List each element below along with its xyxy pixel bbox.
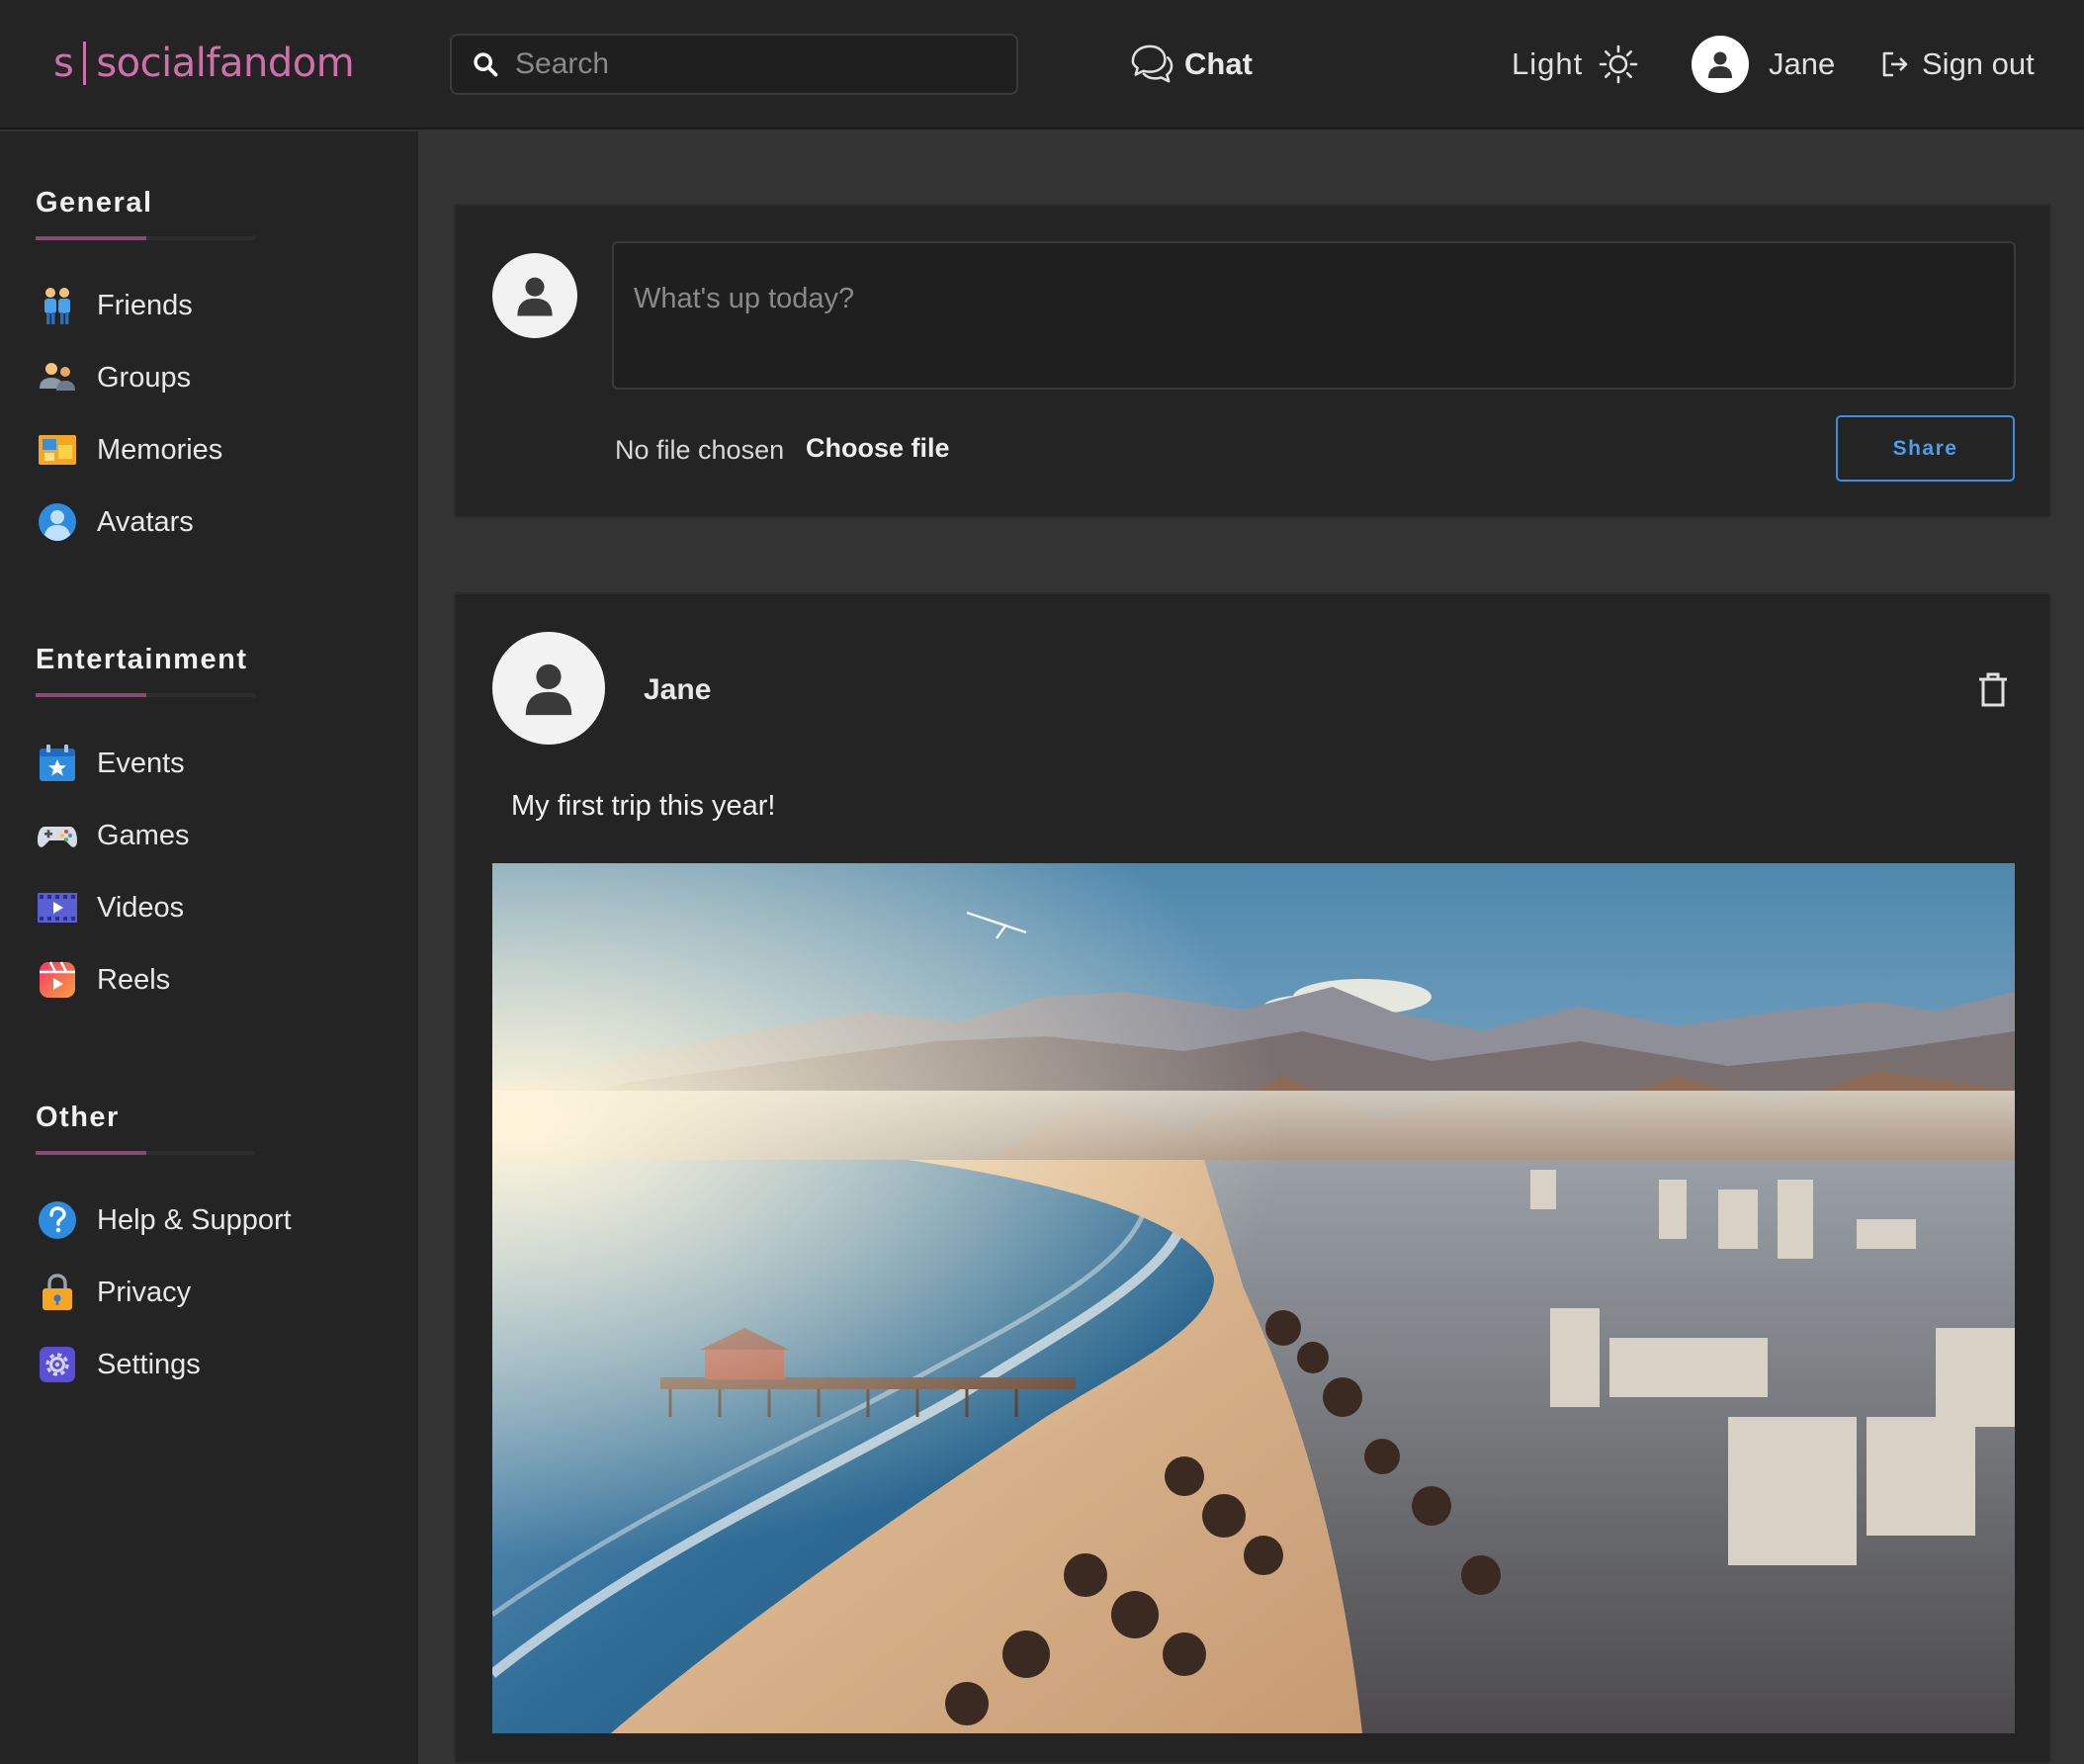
sidebar-item-help-support[interactable]: Help & Support bbox=[36, 1195, 292, 1245]
post-card: Jane My first trip this year! bbox=[454, 592, 2051, 1764]
section-title-other: Other bbox=[36, 1102, 120, 1133]
post-textarea[interactable] bbox=[612, 241, 2016, 390]
user-icon bbox=[517, 277, 553, 316]
choose-file-button[interactable]: Choose file bbox=[806, 433, 950, 464]
post-image[interactable] bbox=[492, 863, 2015, 1733]
section-title-general: General bbox=[36, 187, 153, 219]
sidebar-item-avatars[interactable]: Avatars bbox=[36, 497, 194, 547]
post-text: My first trip this year! bbox=[511, 790, 776, 822]
theme-toggle[interactable]: Light bbox=[1512, 40, 1638, 89]
user-icon bbox=[525, 663, 572, 716]
sun-icon bbox=[1599, 44, 1638, 84]
section-divider bbox=[36, 1151, 255, 1155]
app-logo[interactable]: s socialfandom bbox=[53, 38, 355, 89]
logo-divider bbox=[83, 42, 87, 85]
privacy-icon bbox=[43, 1274, 72, 1310]
sidebar-item-label: Memories bbox=[97, 433, 223, 466]
theme-label: Light bbox=[1512, 46, 1584, 81]
games-icon bbox=[38, 827, 77, 847]
section-divider bbox=[36, 693, 255, 697]
section-title-entertainment: Entertainment bbox=[36, 644, 248, 675]
delete-post-button[interactable] bbox=[1976, 671, 2010, 709]
sidebar-item-groups[interactable]: Groups bbox=[36, 353, 191, 402]
logo-letter: s bbox=[53, 41, 74, 86]
search-icon bbox=[474, 52, 498, 77]
post-author[interactable]: Jane bbox=[644, 673, 711, 707]
help-icon bbox=[39, 1201, 76, 1239]
sidebar-item-friends[interactable]: Friends bbox=[36, 281, 193, 330]
search-box[interactable] bbox=[450, 34, 1018, 95]
sidebar-item-label: Reels bbox=[97, 963, 171, 996]
sidebar-item-settings[interactable]: Settings bbox=[36, 1340, 201, 1389]
avatar[interactable] bbox=[492, 632, 605, 745]
sidebar-item-label: Videos bbox=[97, 891, 185, 924]
sidebar-item-games[interactable]: Games bbox=[36, 811, 189, 860]
user-name: Jane bbox=[1769, 46, 1836, 81]
trash-icon bbox=[1979, 672, 2007, 707]
section-divider bbox=[36, 236, 255, 240]
chat-icon bbox=[1131, 44, 1173, 83]
sidebar-item-label: Friends bbox=[97, 289, 193, 321]
reels-icon bbox=[40, 961, 75, 998]
sidebar-item-memories[interactable]: Memories bbox=[36, 425, 222, 475]
beach-city-photo bbox=[492, 863, 2015, 1733]
sign-out-icon bbox=[1882, 51, 1908, 77]
top-navbar: s socialfandom Chat Light Jane bbox=[0, 0, 2084, 130]
memories-icon bbox=[39, 435, 76, 465]
avatar bbox=[1692, 36, 1749, 93]
sidebar-item-label: Groups bbox=[97, 361, 192, 394]
chat-link[interactable]: Chat bbox=[1129, 40, 1253, 89]
chat-label: Chat bbox=[1184, 46, 1253, 81]
sign-out-label: Sign out bbox=[1922, 46, 2035, 81]
sidebar-item-events[interactable]: Events bbox=[36, 739, 185, 788]
sidebar-item-label: Settings bbox=[97, 1348, 201, 1380]
sidebar-item-label: Privacy bbox=[97, 1276, 192, 1308]
groups-icon bbox=[40, 363, 75, 391]
sidebar: General Friends Groups Memories Avatars … bbox=[0, 132, 418, 1764]
sidebar-item-label: Avatars bbox=[97, 505, 194, 538]
sidebar-item-videos[interactable]: Videos bbox=[36, 883, 184, 932]
sidebar-item-label: Help & Support bbox=[97, 1203, 292, 1236]
friends-icon bbox=[44, 288, 70, 324]
post-composer: No file chosen Choose file Share bbox=[454, 204, 2051, 518]
user-icon bbox=[1708, 51, 1732, 78]
avatar bbox=[492, 253, 577, 338]
search-input[interactable] bbox=[515, 47, 990, 81]
sidebar-item-reels[interactable]: Reels bbox=[36, 955, 170, 1005]
sidebar-item-privacy[interactable]: Privacy bbox=[36, 1268, 191, 1317]
avatars-icon bbox=[39, 503, 76, 541]
sidebar-item-label: Events bbox=[97, 747, 185, 779]
sign-out-link[interactable]: Sign out bbox=[1880, 40, 2035, 89]
events-icon bbox=[40, 745, 75, 781]
settings-icon bbox=[40, 1347, 75, 1382]
user-menu[interactable]: Jane bbox=[1692, 36, 1835, 93]
logo-name: socialfandom bbox=[96, 41, 355, 86]
sidebar-item-label: Games bbox=[97, 819, 190, 851]
share-button[interactable]: Share bbox=[1836, 415, 2015, 482]
file-status: No file chosen bbox=[615, 435, 785, 465]
videos-icon bbox=[38, 893, 77, 923]
